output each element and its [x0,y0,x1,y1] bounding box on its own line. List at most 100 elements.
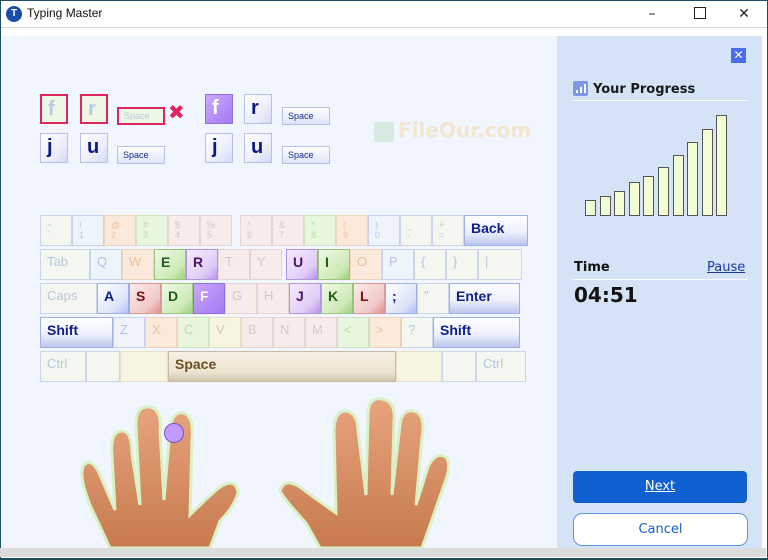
key-blank-r4c1 [86,351,120,382]
minimize-button[interactable]: – [629,1,675,27]
key-6-r0c6: ^ 6 [240,215,272,246]
target-space-1: Space [282,107,330,125]
key-base-symbol: ` [47,230,50,240]
cancel-button-label: Cancel [638,522,683,537]
key-2-r0c2: @2 [104,215,136,246]
left-hand [80,405,240,548]
next-button-label: Next [644,479,676,494]
key-n-r3c6: N [273,317,305,348]
key-blank-r4c5 [442,351,476,382]
key-label: E [161,254,171,270]
key-base-symbol: 1 [79,230,85,240]
key-shift-symbol: ) [375,220,378,230]
key--r1c11: { [414,249,446,280]
key--r3c10: ? [401,317,433,348]
key-caps-r2c0: Caps [40,283,97,314]
key-label: N [280,322,290,337]
key-0-r0c10: ) 0 [368,215,400,246]
key-label: Enter [456,288,492,304]
key-b-r3c5: B [241,317,273,348]
key-l-r2c9: L [353,283,385,314]
app-logo-icon: T [6,6,22,22]
progress-bar-10 [716,115,728,216]
key--r3c9: > [369,317,401,348]
key-k-r2c8: K [321,283,353,314]
maximize-button[interactable] [677,1,723,27]
key-ctrl-r4c0: Ctrl [40,351,86,382]
close-panel-button[interactable]: ✕ [731,48,746,63]
key-label: Space [175,356,217,372]
next-button[interactable]: Next [573,471,747,503]
key-label: J [296,288,304,304]
key-8-r0c8: * 8 [304,215,336,246]
key-d-r2c3: D [161,283,193,314]
progress-divider [572,100,748,101]
target-key-3: j [205,133,233,163]
key-5-r0c5: % 5 [200,215,232,246]
key-space-r4c3: Space [168,351,396,382]
progress-chart-icon [573,81,588,96]
key-label: H [264,288,274,303]
key-label: M [312,322,323,337]
key-base-symbol: 2 [111,230,117,240]
key-blank-r4c4 [396,351,442,382]
key-shift-symbol: % [207,220,216,230]
key-label: Ctrl [483,356,504,371]
key-label: A [104,288,115,304]
typed-key-2: r [80,94,108,124]
progress-title: Your Progress [593,82,696,97]
key-7-r0c7: & 7 [272,215,304,246]
key-base-symbol: 5 [207,230,213,240]
key-shift-symbol: _ [407,220,413,230]
key-label: K [328,288,339,304]
key-shift-symbol: + [439,220,445,230]
key-label: V [216,322,225,337]
key-label: ; [392,288,397,304]
time-value: 04:51 [574,283,638,307]
progress-bar-6 [658,167,669,216]
key-j-r2c7: J [289,283,321,314]
progress-bar-9 [701,129,713,216]
key-t-r1c5: T [218,249,250,280]
key-shift-symbol: & [279,220,286,230]
key-i-r1c8: I [318,249,350,280]
cancel-button[interactable]: Cancel [573,513,748,546]
target-key-4: u [244,133,272,163]
key-shift-r3c11: Shift [433,317,520,348]
close-window-button[interactable]: ✕ [721,1,767,27]
key-a-r2c1: A [97,283,129,314]
progress-bar-8 [687,142,699,216]
key-label: { [421,254,426,269]
key-label: I [325,254,329,270]
progress-bar-7 [672,155,684,216]
key-blank-r4c2 [120,351,168,382]
typed-key-4: u [80,133,108,163]
progress-bar-1 [585,200,596,216]
key-s-r2c2: S [129,283,161,314]
key-label: | [485,254,489,269]
key-1-r0c1: ! 1 [72,215,104,246]
key-g-r2c5: G [225,283,257,314]
key-w-r1c2: W [122,249,154,280]
key-shift-symbol: ^ [247,220,252,230]
key-label: > [376,322,384,337]
key-3-r0c3: #3 [136,215,168,246]
key-label: T [225,254,233,269]
key-shift-symbol: ! [79,220,82,230]
target-space-2: Space [282,146,330,164]
key-label: Shift [47,322,79,338]
key-shift-symbol: ~ [47,220,53,230]
key-base-symbol: 3 [143,230,149,240]
on-screen-keyboard: ~ `! 1 @2 #3 $4% 5 ^ 6 & 7 * 8(9) 0 _ - + = Back Tab Q W E R T Y U… [40,215,528,385]
key-back-r0c13: Back [464,215,528,246]
key-ctrl-r4c6: Ctrl [476,351,526,382]
watermark-icon [374,122,394,142]
progress-bar-5 [643,176,655,216]
key-label: " [424,288,429,303]
key-label: X [152,322,161,337]
pause-link[interactable]: Pause [707,260,745,275]
key-label: Ctrl [47,356,68,371]
progress-bar-chart [585,110,735,216]
key-base-symbol: = [439,230,445,240]
key-label: W [129,254,142,269]
